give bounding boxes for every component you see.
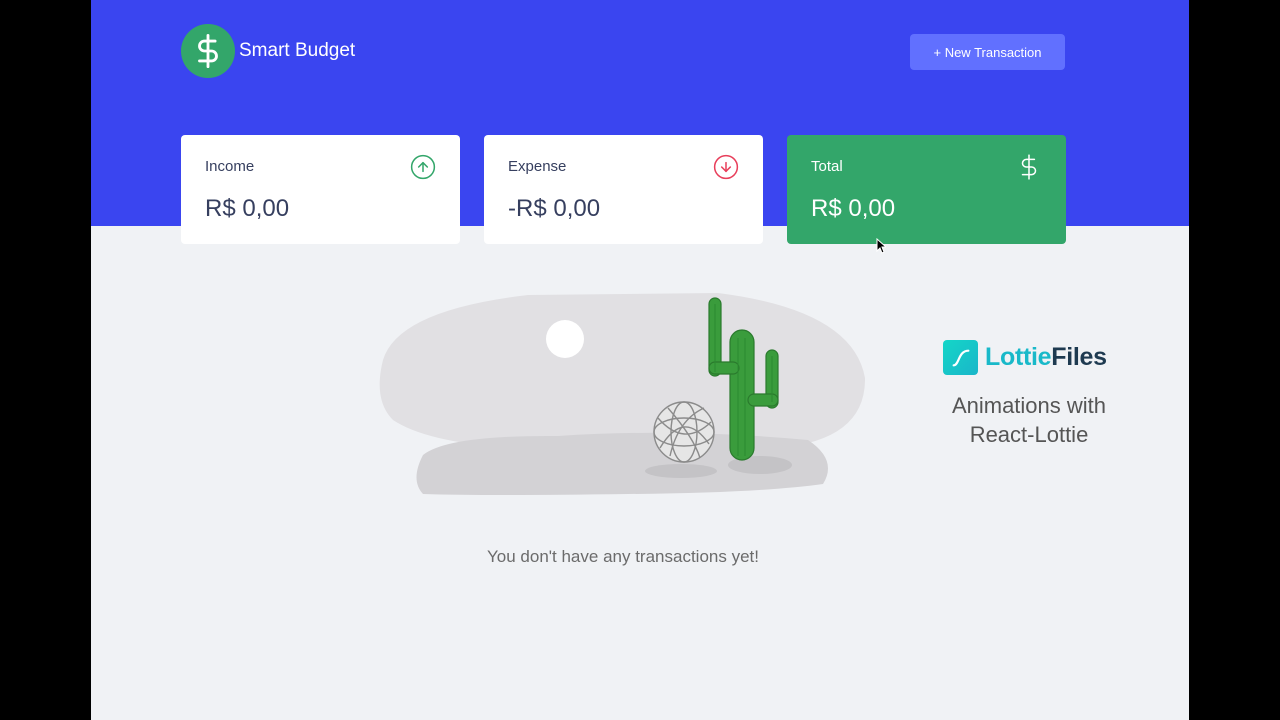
dollar-icon	[1021, 154, 1037, 180]
lottiefiles-brand-suffix: Files	[1051, 343, 1107, 371]
app-frame: Smart Budget + New Transaction Income R$…	[91, 0, 1189, 720]
total-label: Total	[811, 158, 843, 175]
dollar-icon	[181, 24, 235, 78]
income-card: Income R$ 0,00	[181, 135, 460, 244]
lottiefiles-logo: LottieFiles	[943, 340, 1115, 375]
tagline-line-2: React-Lottie	[969, 422, 1089, 447]
empty-state-message: You don't have any transactions yet!	[487, 547, 759, 566]
lottiefiles-overlay: LottieFiles Animations with React-Lottie	[943, 340, 1115, 449]
new-transaction-button[interactable]: + New Transaction	[910, 34, 1065, 70]
app-title: Smart Budget	[239, 40, 356, 61]
mouse-cursor-icon	[876, 238, 886, 254]
lottiefiles-brand-prefix: Lottie	[985, 343, 1052, 371]
desert-cactus-illustration	[379, 293, 866, 495]
total-value: R$ 0,00	[811, 195, 896, 222]
expense-value: -R$ 0,00	[508, 195, 601, 222]
expense-label: Expense	[508, 158, 567, 175]
lottiefiles-icon	[943, 340, 978, 375]
app-logo: Smart Budget	[181, 24, 355, 78]
income-label: Income	[205, 158, 255, 175]
total-card: Total R$ 0,00	[787, 135, 1066, 244]
expense-card: Expense -R$ 0,00	[484, 135, 763, 244]
arrow-down-circle-icon	[713, 154, 739, 180]
tagline-line-1: Animations with	[951, 393, 1107, 418]
lottiefiles-tagline: Animations with React-Lottie	[943, 391, 1115, 449]
income-value: R$ 0,00	[205, 195, 290, 222]
arrow-up-circle-icon	[410, 154, 436, 180]
